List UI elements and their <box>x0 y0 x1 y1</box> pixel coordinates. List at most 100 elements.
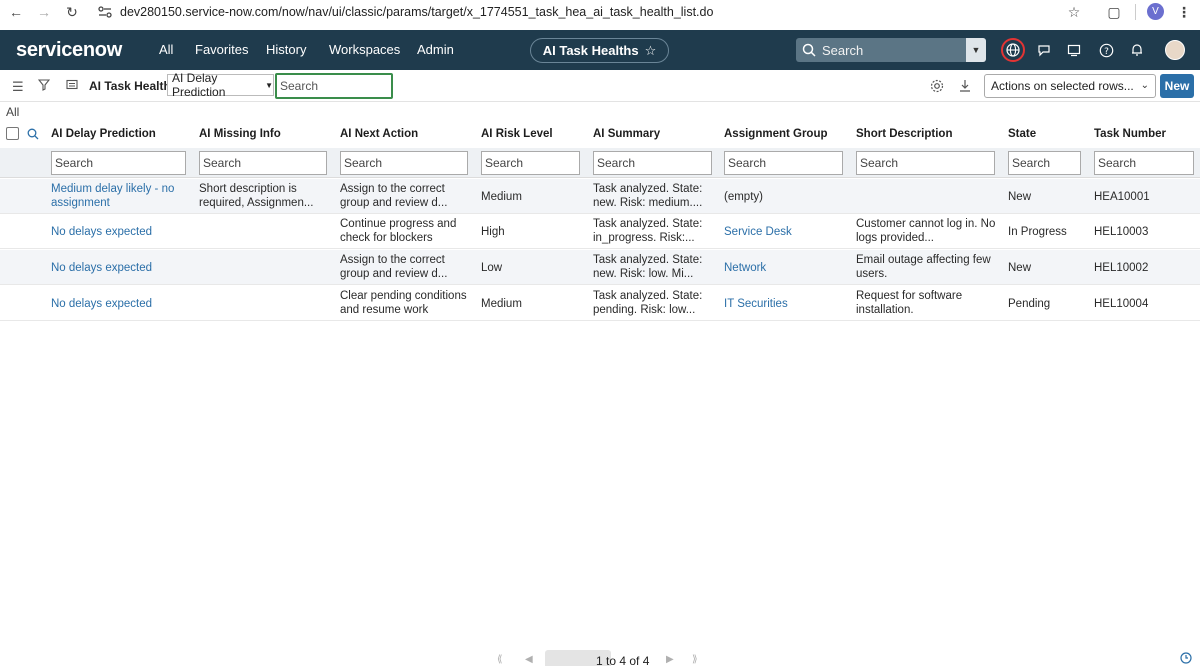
table-row[interactable]: No delays expected Clear pending conditi… <box>0 286 1200 321</box>
cell-short-description: Email outage affecting few users. <box>856 254 991 280</box>
svg-text:?: ? <box>1104 47 1109 57</box>
list-menu-icon[interactable] <box>66 79 78 94</box>
cell-ai-delay-prediction[interactable]: No delays expected <box>51 297 191 311</box>
nav-all[interactable]: All <box>159 42 173 57</box>
cell-short-description: Request for software installation. <box>856 290 963 316</box>
search-dropdown-caret-icon[interactable]: ▼ <box>966 38 986 62</box>
hamburger-menu-icon[interactable]: ☰ <box>12 79 24 95</box>
cell-ai-risk-level: High <box>481 226 505 238</box>
clock-icon[interactable] <box>1180 652 1192 666</box>
table-row[interactable]: No delays expected Continue progress and… <box>0 214 1200 249</box>
cell-ai-next-action: Continue progress and check for blockers <box>340 218 457 244</box>
column-header-task-number[interactable]: Task Number <box>1094 128 1166 140</box>
cell-task-number: HEA10001 <box>1094 191 1150 203</box>
filter-funnel-icon[interactable] <box>37 79 51 94</box>
list-search-placeholder: Search <box>280 79 319 93</box>
cell-ai-risk-level: Low <box>481 262 503 274</box>
address-bar[interactable]: dev280150.service-now.com/now/nav/ui/cla… <box>120 5 713 19</box>
search-task-number-input[interactable]: Search <box>1094 151 1194 175</box>
last-page-icon[interactable]: ⟫ <box>692 654 698 665</box>
previous-page-icon[interactable]: ◀ <box>525 654 533 665</box>
context-title: AI Task Healths <box>542 43 639 58</box>
back-arrow-icon[interactable]: ← <box>6 2 26 22</box>
column-header-ai-delay-prediction[interactable]: AI Delay Prediction <box>51 128 156 140</box>
list-title[interactable]: AI Task Healths <box>89 79 177 93</box>
column-header-ai-risk-level[interactable]: AI Risk Level <box>481 128 553 140</box>
cell-state: New <box>1008 262 1032 274</box>
table-header-row: AI Delay Prediction AI Missing Info AI N… <box>0 124 1200 146</box>
bookmark-star-icon[interactable]: ☆ <box>1064 2 1084 22</box>
search-field-value: AI Delay Prediction <box>172 71 226 99</box>
servicenow-logo[interactable]: servicenow <box>16 39 122 62</box>
favorite-star-icon[interactable]: ☆ <box>645 43 657 59</box>
profile-avatar[interactable]: V <box>1147 3 1164 20</box>
forward-arrow-icon[interactable]: → <box>34 2 54 22</box>
table-row[interactable]: No delays expected Assign to the correct… <box>0 250 1200 285</box>
user-avatar[interactable] <box>1165 40 1185 60</box>
settings-gear-icon[interactable] <box>930 79 944 96</box>
cell-assignment-group[interactable]: IT Securities <box>724 297 849 311</box>
actions-select[interactable]: Actions on selected rows... ⌄ <box>984 74 1156 98</box>
servicenow-header: servicenow All Favorites History Workspa… <box>0 30 1200 70</box>
cell-ai-summary: Task analyzed. State: new. Risk: medium.… <box>593 183 703 209</box>
site-settings-icon[interactable] <box>98 6 112 18</box>
download-icon[interactable] <box>958 79 972 96</box>
search-assignment-group-input[interactable]: Search <box>724 151 843 175</box>
chat-icon[interactable] <box>1034 40 1054 60</box>
first-page-icon[interactable]: ⟪ <box>497 654 503 665</box>
cell-assignment-group: (empty) <box>724 191 763 203</box>
cell-ai-summary: Task analyzed. State: in_progress. Risk:… <box>593 218 703 244</box>
list-search-input[interactable]: Search <box>275 73 393 99</box>
global-search[interactable]: Search ▼ <box>796 38 986 62</box>
notifications-bell-icon[interactable] <box>1127 40 1147 60</box>
nav-workspaces[interactable]: Workspaces <box>329 42 400 57</box>
menu-kebab-icon[interactable]: ⋮ <box>1174 2 1194 22</box>
search-ai-delay-prediction-input[interactable]: Search <box>51 151 186 175</box>
cell-ai-summary: Task analyzed. State: pending. Risk: low… <box>593 290 703 316</box>
extensions-icon[interactable]: ▢ <box>1104 2 1124 22</box>
search-icon <box>802 43 816 57</box>
column-header-ai-missing-info[interactable]: AI Missing Info <box>199 128 281 140</box>
cell-ai-risk-level: Medium <box>481 191 522 203</box>
context-title-pill[interactable]: AI Task Healths ☆ <box>530 38 669 63</box>
help-icon[interactable]: ? <box>1096 40 1116 60</box>
cell-state: New <box>1008 191 1032 203</box>
globe-icon[interactable] <box>1001 38 1025 62</box>
reload-icon[interactable]: ↻ <box>62 2 82 22</box>
page-range: 1 to 4 of 4 <box>596 654 650 666</box>
screen-icon[interactable] <box>1064 40 1084 60</box>
next-page-icon[interactable]: ▶ <box>666 654 674 665</box>
global-search-placeholder: Search <box>822 42 864 58</box>
cell-ai-summary: Task analyzed. State: new. Risk: low. Mi… <box>593 254 703 280</box>
new-button[interactable]: New <box>1160 74 1194 98</box>
breadcrumb[interactable]: All <box>6 105 19 119</box>
column-header-ai-next-action[interactable]: AI Next Action <box>340 128 418 140</box>
actions-select-value: Actions on selected rows... <box>991 79 1134 93</box>
search-ai-next-action-input[interactable]: Search <box>340 151 468 175</box>
search-ai-risk-level-input[interactable]: Search <box>481 151 580 175</box>
cell-ai-delay-prediction[interactable]: No delays expected <box>51 225 191 239</box>
search-ai-summary-input[interactable]: Search <box>593 151 712 175</box>
nav-history[interactable]: History <box>266 42 306 57</box>
cell-ai-delay-prediction[interactable]: No delays expected <box>51 261 191 275</box>
nav-admin[interactable]: Admin <box>417 42 454 57</box>
table-row[interactable]: Medium delay likely - no assignment Shor… <box>0 179 1200 214</box>
cell-ai-delay-prediction[interactable]: Medium delay likely - no assignment <box>51 182 191 210</box>
cell-ai-missing-info: Short description is required, Assignmen… <box>199 183 314 209</box>
search-field-select[interactable]: AI Delay Prediction ▼ <box>167 71 274 99</box>
search-short-description-input[interactable]: Search <box>856 151 995 175</box>
cell-state: In Progress <box>1008 226 1067 238</box>
cell-ai-risk-level: Medium <box>481 298 522 310</box>
column-header-short-description[interactable]: Short Description <box>856 128 952 140</box>
search-ai-missing-info-input[interactable]: Search <box>199 151 327 175</box>
column-header-state[interactable]: State <box>1008 128 1036 140</box>
cell-short-description: Customer cannot log in. No logs provided… <box>856 218 996 244</box>
cell-assignment-group[interactable]: Service Desk <box>724 225 849 239</box>
nav-favorites[interactable]: Favorites <box>195 42 248 57</box>
search-state-input[interactable]: Search <box>1008 151 1081 175</box>
cell-ai-next-action: Assign to the correct group and review d… <box>340 183 448 209</box>
cell-assignment-group[interactable]: Network <box>724 261 849 275</box>
column-header-assignment-group[interactable]: Assignment Group <box>724 128 828 140</box>
pagination: ⟪ ◀ 1 to 4 of 4 ▶ ⟫ <box>0 646 1200 666</box>
column-header-ai-summary[interactable]: AI Summary <box>593 128 660 140</box>
